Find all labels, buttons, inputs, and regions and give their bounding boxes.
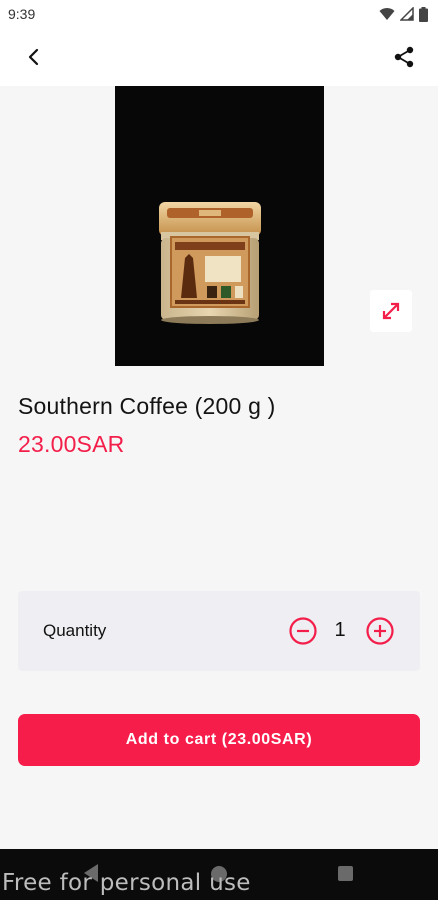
share-icon <box>394 46 414 68</box>
expand-image-button[interactable] <box>370 290 412 332</box>
quantity-label: Quantity <box>43 621 107 640</box>
nav-recents-icon[interactable] <box>338 866 353 881</box>
wifi-icon <box>379 8 395 20</box>
minus-circle-icon <box>289 617 317 645</box>
product-image[interactable] <box>115 86 324 366</box>
status-icons <box>379 6 428 22</box>
signal-icon <box>400 7 414 21</box>
quantity-selector: Quantity 1 <box>18 591 420 671</box>
quantity-value: 1 <box>334 619 346 641</box>
plus-circle-icon <box>366 617 394 645</box>
app-bar <box>0 28 438 86</box>
chevron-left-icon <box>28 48 39 66</box>
back-button[interactable] <box>17 40 51 74</box>
product-price: 23.00SAR <box>18 431 125 457</box>
status-time: 9:39 <box>8 6 36 22</box>
battery-icon <box>419 6 428 22</box>
add-to-cart-button[interactable]: Add to cart (23.00SAR) <box>18 714 420 766</box>
expand-icon <box>382 302 400 320</box>
increase-quantity-button[interactable] <box>366 617 394 645</box>
product-detail-screen: 9:39 Southern Coffee (200 g) 23.00SAR Q… <box>0 0 438 900</box>
status-bar: 9:39 <box>0 0 438 28</box>
watermark-text: Free for personal use <box>2 870 251 896</box>
coffee-jar-image <box>159 202 261 324</box>
share-button[interactable] <box>387 40 421 74</box>
decrease-quantity-button[interactable] <box>289 617 317 645</box>
product-name: Southern Coffee (200 g ) <box>18 393 276 419</box>
